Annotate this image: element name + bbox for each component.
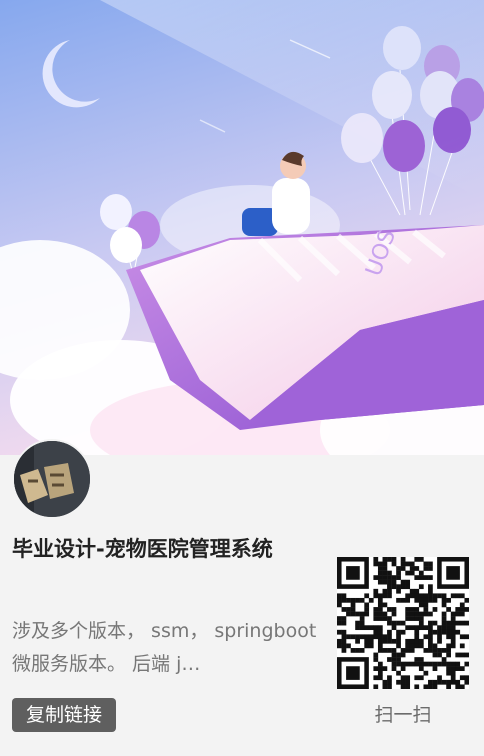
copy-link-button[interactable]: 复制链接	[12, 698, 117, 732]
qr-code[interactable]	[337, 557, 470, 690]
scan-label: 扫一扫	[374, 704, 432, 726]
qr-code-icon	[337, 557, 470, 690]
share-card: UOS 毕业设计-宠物医院管理系统 涉及多个版本， ssm， springboo…	[0, 0, 484, 756]
avatar	[12, 439, 92, 519]
avatar-image	[14, 441, 90, 517]
card-description: 涉及多个版本， ssm， springboot微服务版本。 后端 j…	[12, 620, 317, 675]
hero-illustration: UOS	[0, 0, 484, 455]
card-title: 毕业设计-宠物医院管理系统	[12, 537, 273, 561]
